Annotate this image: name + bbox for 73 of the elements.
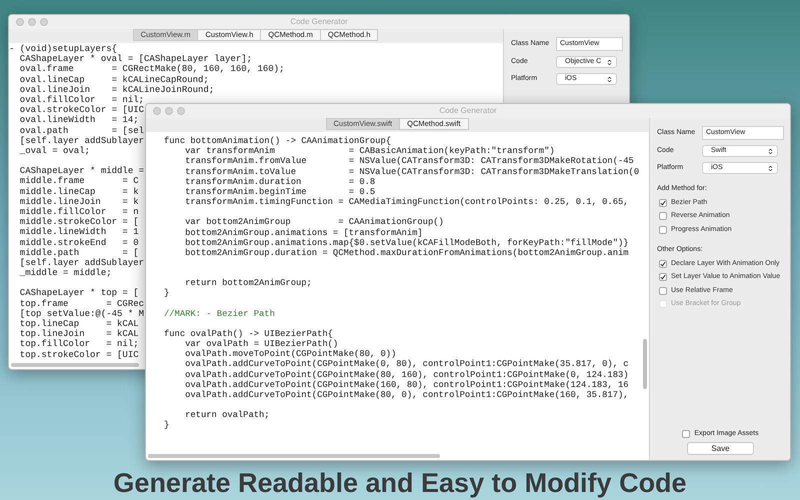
code-line: CAShapeLayer * top = [ [18, 288, 139, 299]
code-comment: //MARK: - Bezier Path [164, 308, 275, 319]
code-line: bottom2AnimGroup.animations = [transformAnim] [184, 228, 423, 238]
code-line: middle.lineWidth = 1 [18, 227, 139, 238]
vertical-scrollbar[interactable] [643, 339, 647, 389]
checkbox[interactable] [659, 212, 667, 220]
window-title: Code Generator [439, 105, 497, 117]
chevron-icon [606, 76, 613, 82]
code-line: top.frame = CGRec [18, 298, 144, 309]
code-line: var ovalPath = UIBezierPath() [184, 339, 338, 350]
code-line: } [164, 420, 170, 431]
code-line: transformAnim.beginTime = 0.5 [184, 187, 376, 198]
code-line: top.lineCap = kCAL [18, 319, 139, 330]
code-line: middle.lineCap = k [18, 186, 139, 197]
checkbox[interactable] [659, 286, 667, 295]
code-line: func bottomAnimation() -> CAAnimationGroup{ [164, 136, 391, 146]
code-line: return bottom2AnimGroup; [184, 278, 312, 288]
checkmark-icon [660, 274, 666, 280]
code-line: CAShapeLayer * oval = [CAShapeLayer layer]; [18, 54, 252, 64]
code-line: transformAnim.timingFunction = CAMediaTimingFunction(controlPoints: 0.25, 0.1, 0.65, [184, 197, 629, 208]
code-line: middle.strokeEnd = 0 [18, 238, 139, 248]
code-line: oval.path = [sel [18, 126, 144, 136]
horizontal-scrollbar[interactable] [11, 363, 139, 367]
code-line: top.strokeColor = [UIC [18, 350, 139, 360]
code-line: CAShapeLayer * middle = [18, 166, 144, 176]
code-line: var bottom2AnimGroup = CAAnimationGroup() [184, 217, 444, 228]
code-line: _middle = middle; [18, 268, 112, 278]
chevron-icon [606, 58, 613, 66]
code-line: bottom2AnimGroup.duration = QCMethod.maxDurationFromAnimations(bottom2AnimGroup.anim [184, 248, 629, 258]
code-line: top.lineJoin = kCAL [18, 329, 139, 340]
checkmark-icon [660, 200, 666, 206]
code-line: ovalPath.addCurveToPoint(CGPointMake(80, 0), controlPoint1:CGPointMake(160, 35.817), [184, 390, 629, 400]
code-line: _oval = oval; [18, 146, 90, 156]
checkbox[interactable] [659, 260, 667, 268]
checkbox[interactable] [659, 273, 667, 282]
checkbox[interactable] [659, 198, 667, 207]
code-line: func ovalPath() -> UIBezierPath{ [164, 328, 333, 340]
code-line: ovalPath.moveToPoint(CGPointMake(80, 0)) [184, 349, 396, 360]
code-line: [self.layer addSublayer [18, 136, 144, 146]
code-line: middle.strokeColor = [ [18, 217, 139, 228]
code-line: ovalPath.addCurveToPoint(CGPointMake(80, 160), controlPoint1:CGPointMake(0, 124.183) [184, 370, 629, 380]
horizontal-scrollbar[interactable] [148, 454, 440, 458]
code-line: ovalPath.addCurveToPoint(CGPointMake(160, 80), controlPoint1:CGPointMake(124.183, 16 [184, 380, 629, 390]
chevron-icon [767, 148, 774, 154]
code-line: transformAnim.duration = 0.8 [184, 176, 376, 188]
code-line: middle.frame = C [18, 176, 139, 187]
code-line: top.fillColor = nil; [18, 339, 139, 350]
code-line: return ovalPath; [184, 410, 270, 420]
code-line: middle.fillColor = n [18, 207, 139, 218]
save-button[interactable]: Save [687, 442, 754, 455]
code-line: oval.fillColor = nil; [18, 95, 144, 106]
code-line: } [164, 288, 170, 299]
code-line: bottom2AnimGroup.animations.map{$0.setValue(kCAFillModeBoth, forKeyPath:"fillMode")} [184, 238, 629, 248]
code-line: middle.path = [ [18, 248, 139, 258]
code-line: var transformAnim = CABasicAnimation(keyPath:"transform") [184, 146, 555, 156]
checkbox[interactable] [659, 226, 667, 234]
code-line: oval.lineWidth = 14; [18, 115, 139, 126]
code-line: oval.lineCap = kCALineCapRound; [18, 74, 209, 85]
checkbox[interactable] [682, 430, 690, 438]
window-title: Code Generator [290, 16, 348, 28]
code-line: [top setValue:@(-45 * M [18, 308, 144, 320]
code-line: oval.lineJoin = kCALineJoinRound; [18, 84, 214, 96]
code-line: oval.strokeColor = [UIC [18, 105, 144, 116]
caption: Generate Readable and Easy to Modify Code [113, 467, 687, 500]
code-line: transformAnim.toValue = NSValue(CATransform3D: CATransform3DMakeTranslation(0 [184, 166, 640, 177]
code-line: ovalPath.addCurveToPoint(CGPointMake(0, 80), controlPoint1:CGPointMake(35.817, 0), c [184, 359, 629, 370]
checkmark-icon [660, 260, 666, 267]
chevron-icon [767, 164, 774, 172]
code-line: oval.frame = CGRectMake(80, 160, 160, 160); [18, 64, 284, 75]
code-line: - (void)setupLayers{ [9, 44, 118, 54]
code-line: [self.layer addSublayer [18, 258, 144, 268]
code-line: middle.lineJoin = k [18, 196, 139, 208]
code-line: transformAnim.fromValue = NSValue(CATransform3D: CATransform3DMakeRotation(-45 [184, 156, 634, 167]
